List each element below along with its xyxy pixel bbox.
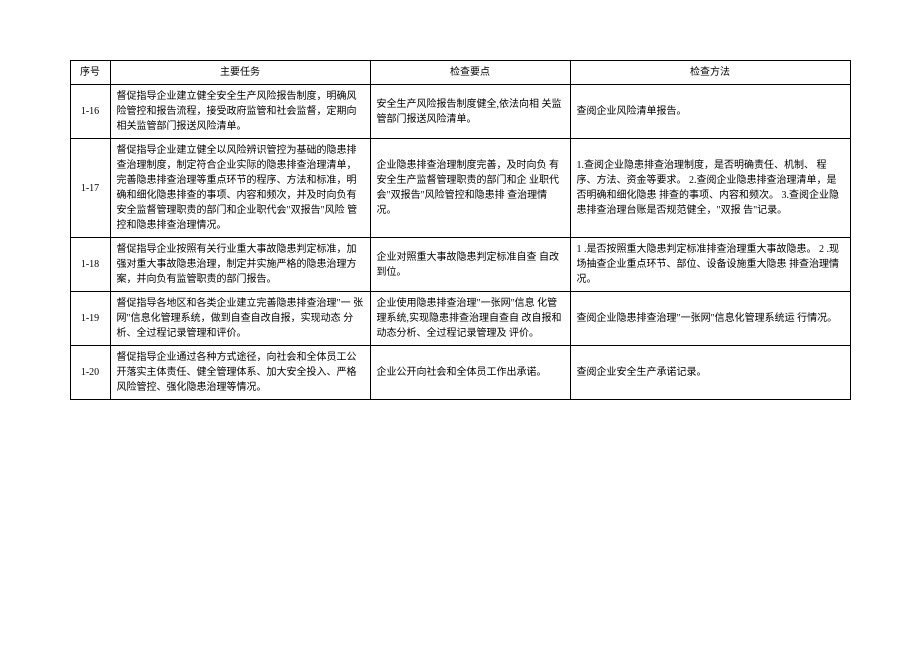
cell-idx: 1-18 <box>70 238 110 292</box>
header-key: 检查要点 <box>370 61 570 85</box>
cell-key: 企业隐患排查治理制度完善，及时向负 有安全生产监督管理职责的部门和企 业职代会"… <box>370 139 570 238</box>
header-method: 检查方法 <box>570 61 850 85</box>
cell-method: 查阅企业隐患排查治理"一张网"信息化管理系统运 行情况。 <box>570 292 850 346</box>
cell-idx: 1-17 <box>70 139 110 238</box>
cell-task: 督促指导企业建立健全安全生产风险报告制度，明确风 险管控和报告流程，接受政府监管… <box>110 85 370 139</box>
cell-method: 查阅企业安全生产承诺记录。 <box>570 346 850 400</box>
cell-idx: 1-19 <box>70 292 110 346</box>
cell-task: 督促指导企业按照有关行业重大事故隐患判定标准，加 强对重大事故隐患治理，制定并实… <box>110 238 370 292</box>
table-header-row: 序号 主要任务 检查要点 检查方法 <box>70 61 850 85</box>
table-row: 1-16 督促指导企业建立健全安全生产风险报告制度，明确风 险管控和报告流程，接… <box>70 85 850 139</box>
cell-key: 企业公开向社会和全体员工作出承诺。 <box>370 346 570 400</box>
cell-idx: 1-20 <box>70 346 110 400</box>
header-idx: 序号 <box>70 61 110 85</box>
cell-key: 企业对照重大事故隐患判定标准自查 自改到位。 <box>370 238 570 292</box>
cell-key: 安全生产风险报告制度健全,依法向相 关监管部门报送风险清单。 <box>370 85 570 139</box>
cell-method: 1 .是否按照重大隐患判定标准排查治理重大事故隐患。 2 .现场抽查企业重点环节… <box>570 238 850 292</box>
table-row: 1-18 督促指导企业按照有关行业重大事故隐患判定标准，加 强对重大事故隐患治理… <box>70 238 850 292</box>
table-row: 1-19 督促指导各地区和各类企业建立完善隐患排查治理"一 张网"信息化管理系统… <box>70 292 850 346</box>
header-task: 主要任务 <box>110 61 370 85</box>
cell-method: 查阅企业风险清单报告。 <box>570 85 850 139</box>
cell-task: 督促指导企业通过各种方式途径，向社会和全体员工公 开落实主体责任、健全管理体系、… <box>110 346 370 400</box>
table-row: 1-20 督促指导企业通过各种方式途径，向社会和全体员工公 开落实主体责任、健全… <box>70 346 850 400</box>
inspection-table: 序号 主要任务 检查要点 检查方法 1-16 督促指导企业建立健全安全生产风险报… <box>70 60 851 400</box>
cell-method: 1.查阅企业隐患排查治理制度，是否明确责任、机制、 程序、方法、资金等要求。 2… <box>570 139 850 238</box>
cell-task: 督促指导各地区和各类企业建立完善隐患排查治理"一 张网"信息化管理系统，做到自查… <box>110 292 370 346</box>
cell-idx: 1-16 <box>70 85 110 139</box>
table-row: 1-17 督促指导企业建立健全以风险辨识管控为基础的隐患排 查治理制度，制定符合… <box>70 139 850 238</box>
cell-key: 企业使用隐患排查治理"一张网"信息 化管理系统,实现隐患排查治理自查自 改自报和… <box>370 292 570 346</box>
cell-task: 督促指导企业建立健全以风险辨识管控为基础的隐患排 查治理制度，制定符合企业实际的… <box>110 139 370 238</box>
